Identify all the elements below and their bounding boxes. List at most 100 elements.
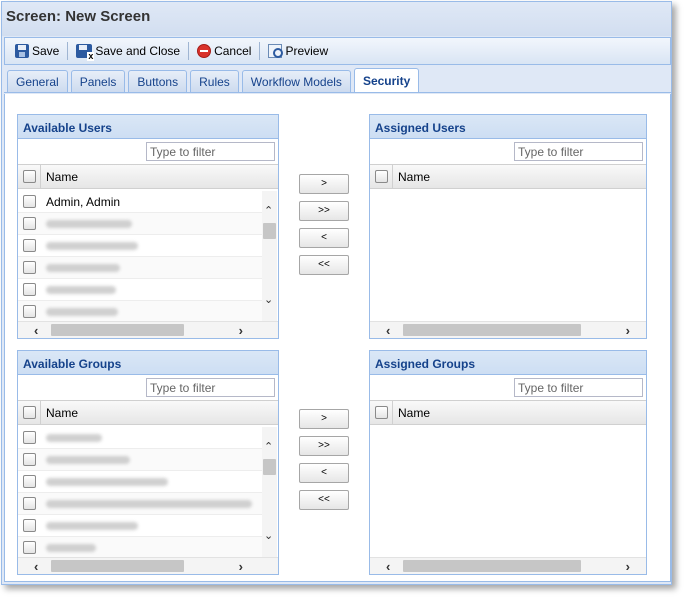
scroll-right-icon[interactable]: › [626,559,630,574]
assigned-groups-filter-input[interactable] [514,378,643,397]
scroll-right-icon[interactable]: › [239,323,243,338]
horizontal-scrollbar[interactable]: ‹ › [370,321,646,338]
scroll-up-icon[interactable]: ⌃ [264,204,273,217]
tab-panels[interactable]: Panels [70,70,126,92]
remove-group-button[interactable]: < [299,463,349,483]
list-item[interactable] [18,537,263,558]
scroll-down-icon[interactable]: ⌄ [264,529,273,542]
name-column-header[interactable]: Name [398,170,430,184]
row-checkbox[interactable] [23,453,36,466]
list-item[interactable] [18,493,263,515]
preview-button[interactable]: Preview [264,40,332,62]
row-checkbox[interactable] [23,497,36,510]
user-move-buttons: > >> < << [299,174,349,282]
scroll-thumb[interactable] [51,324,184,336]
row-checkbox[interactable] [23,519,36,532]
row-checkbox[interactable] [23,239,36,252]
tab-security[interactable]: Security [353,68,420,92]
select-all-checkbox[interactable] [375,170,388,183]
scroll-thumb[interactable] [51,560,184,572]
scroll-left-icon[interactable]: ‹ [34,559,38,574]
add-group-button[interactable]: > [299,409,349,429]
horizontal-scrollbar[interactable]: ‹ › [18,557,278,574]
group-move-buttons: > >> < << [299,409,349,517]
remove-all-users-button[interactable]: << [299,255,349,275]
vertical-scrollbar[interactable]: ⌃ ⌄ [262,191,277,322]
list-item[interactable] [18,279,263,301]
cancel-button[interactable]: Cancel [193,40,255,62]
blurred-group-name [46,456,130,464]
list-item[interactable] [18,427,263,449]
tab-workflow-models[interactable]: Workflow Models [241,70,351,92]
row-checkbox[interactable] [23,305,36,318]
grid-header: Name [370,401,646,425]
select-all-checkbox[interactable] [375,406,388,419]
row-checkbox[interactable] [23,195,36,208]
name-column-header[interactable]: Name [46,170,78,184]
add-user-button[interactable]: > [299,174,349,194]
filter-row [370,139,646,165]
list-item[interactable] [18,515,263,537]
assigned-groups-panel: Assigned Groups Name ‹ › [369,350,647,575]
save-button[interactable]: Save [11,40,63,62]
row-checkbox[interactable] [23,541,36,554]
toolbar-separator [259,42,261,60]
list-item[interactable]: Admin, Admin [18,191,263,213]
horizontal-scrollbar[interactable]: ‹ › [370,557,646,574]
preview-label: Preview [285,44,329,58]
column-separator [40,165,41,188]
grid-header: Name [18,401,278,425]
save-icon [15,44,29,58]
select-all-checkbox[interactable] [23,170,36,183]
available-users-filter-input[interactable] [146,142,275,161]
remove-all-groups-button[interactable]: << [299,490,349,510]
cancel-label: Cancel [214,44,252,58]
available-groups-filter-input[interactable] [146,378,275,397]
blurred-user-name [46,308,118,316]
column-separator [392,401,393,424]
list-item[interactable] [18,449,263,471]
column-separator [392,165,393,188]
remove-user-button[interactable]: < [299,228,349,248]
row-checkbox[interactable] [23,217,36,230]
vertical-scrollbar[interactable]: ⌃ ⌄ [262,427,277,558]
scroll-left-icon[interactable]: ‹ [34,323,38,338]
name-column-header[interactable]: Name [46,406,78,420]
tab-rules[interactable]: Rules [190,70,239,92]
add-all-groups-button[interactable]: >> [299,436,349,456]
row-checkbox[interactable] [23,261,36,274]
horizontal-scrollbar[interactable]: ‹ › [18,321,278,338]
add-all-users-button[interactable]: >> [299,201,349,221]
row-checkbox[interactable] [23,283,36,296]
select-all-checkbox[interactable] [23,406,36,419]
filter-row [18,139,278,165]
list-item[interactable] [18,301,263,322]
screen-editor-window: Screen: New Screen Save Save and Close C… [1,1,672,585]
scroll-left-icon[interactable]: ‹ [386,559,390,574]
tab-buttons[interactable]: Buttons [128,70,188,92]
scroll-down-icon[interactable]: ⌄ [264,293,273,306]
assigned-users-filter-input[interactable] [514,142,643,161]
row-checkbox[interactable] [23,431,36,444]
scroll-thumb[interactable] [263,459,276,475]
preview-icon [268,44,284,58]
scroll-right-icon[interactable]: › [239,559,243,574]
scroll-thumb[interactable] [263,223,276,239]
save-close-icon [76,44,95,61]
tab-general[interactable]: General [7,70,68,92]
scroll-thumb[interactable] [403,560,581,572]
save-and-close-button[interactable]: Save and Close [72,40,184,62]
scroll-right-icon[interactable]: › [626,323,630,338]
name-column-header[interactable]: Name [398,406,430,420]
list-item[interactable] [18,213,263,235]
scroll-up-icon[interactable]: ⌃ [264,440,273,453]
blurred-group-name [46,434,102,442]
list-item[interactable] [18,471,263,493]
scroll-thumb[interactable] [403,324,581,336]
row-checkbox[interactable] [23,475,36,488]
save-label: Save [32,44,60,58]
list-item[interactable] [18,235,263,257]
list-item[interactable] [18,257,263,279]
scroll-left-icon[interactable]: ‹ [386,323,390,338]
toolbar-separator [188,42,190,60]
